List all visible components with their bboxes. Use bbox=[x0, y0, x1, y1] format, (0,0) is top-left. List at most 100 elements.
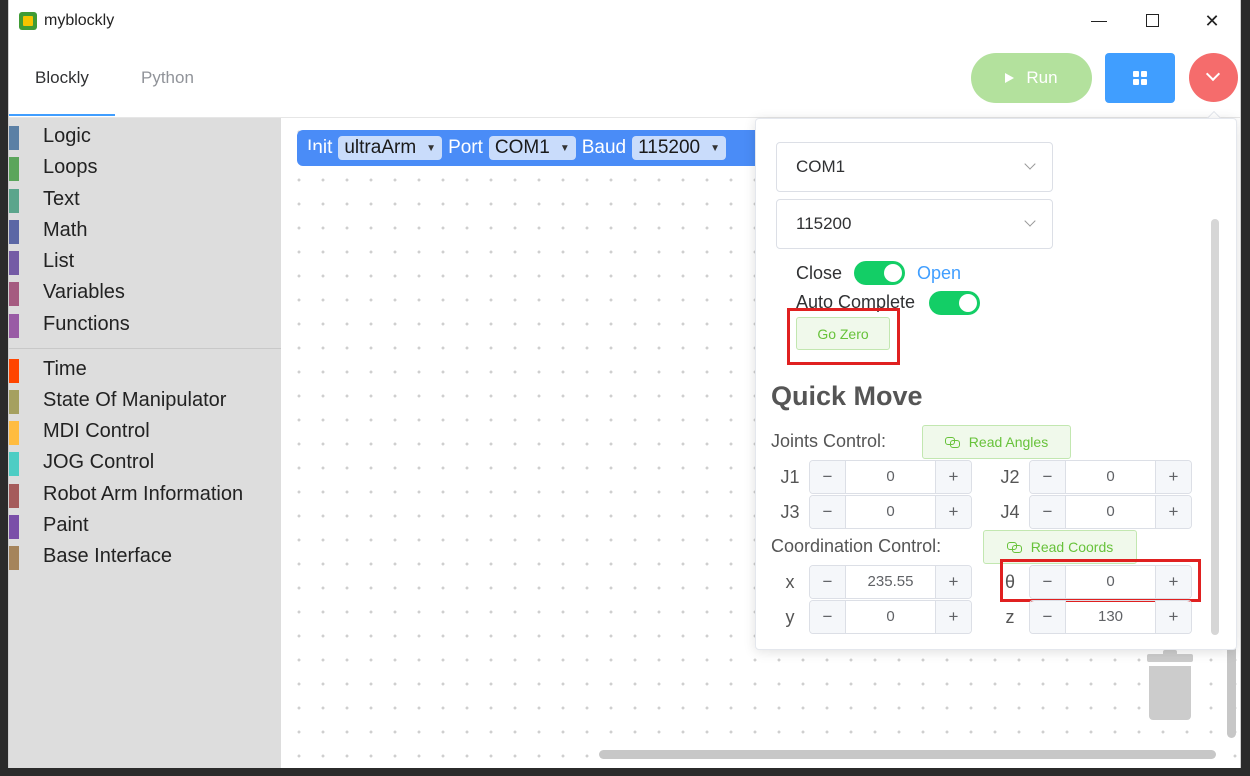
tab-header: Blockly Python Run bbox=[9, 42, 1240, 118]
baud-value: 115200 bbox=[638, 137, 701, 158]
coord-y-value[interactable]: 0 bbox=[846, 601, 935, 633]
port-value: COM1 bbox=[494, 137, 550, 158]
link-icon bbox=[944, 437, 960, 448]
horizontal-scrollbar[interactable] bbox=[599, 750, 1216, 759]
decrement-button[interactable]: − bbox=[810, 496, 846, 528]
increment-button[interactable]: + bbox=[935, 566, 971, 598]
baud-select-value: 115200 bbox=[796, 214, 852, 233]
play-icon bbox=[1005, 73, 1015, 83]
category-color-swatch bbox=[9, 282, 19, 306]
connection-switch[interactable] bbox=[854, 261, 905, 285]
toolbox-category-functions[interactable]: Functions bbox=[9, 312, 281, 338]
joint-j3-stepper[interactable]: − 0 + bbox=[809, 495, 972, 529]
increment-button[interactable]: + bbox=[935, 461, 971, 493]
decrement-button[interactable]: − bbox=[810, 601, 846, 633]
increment-button[interactable]: + bbox=[935, 496, 971, 528]
decrement-button[interactable]: − bbox=[1030, 601, 1066, 633]
read-angles-label: Read Angles bbox=[968, 434, 1049, 450]
toolbox-category-time[interactable]: Time bbox=[9, 357, 281, 383]
coord-y-stepper[interactable]: − 0 + bbox=[809, 600, 972, 634]
category-color-swatch bbox=[9, 359, 19, 383]
tab-python[interactable]: Python bbox=[141, 68, 194, 88]
panel-scrollbar[interactable] bbox=[1211, 219, 1219, 635]
joint-j4-value[interactable]: 0 bbox=[1066, 496, 1155, 528]
joint-j2-value[interactable]: 0 bbox=[1066, 461, 1155, 493]
toolbox-category-jog-control[interactable]: JOG Control bbox=[9, 450, 281, 476]
toolbox-category-list[interactable]: List bbox=[9, 249, 281, 275]
coord-z-value[interactable]: 130 bbox=[1066, 601, 1155, 633]
decrement-button[interactable]: − bbox=[1030, 496, 1066, 528]
category-color-swatch bbox=[9, 251, 19, 275]
joint-j1-value[interactable]: 0 bbox=[846, 461, 935, 493]
joint-j1-stepper[interactable]: − 0 + bbox=[809, 460, 972, 494]
category-label: List bbox=[43, 250, 75, 272]
decrement-button[interactable]: − bbox=[810, 461, 846, 493]
app-window: myblockly ✕ Blockly Python Run Logic Loo… bbox=[8, 0, 1241, 768]
active-tab-indicator bbox=[9, 114, 115, 116]
decrement-button[interactable]: − bbox=[810, 566, 846, 598]
toolbox-sidebar: Logic Loops Text Math List Variables Fun… bbox=[9, 118, 281, 768]
port-dropdown[interactable]: COM1 ▼ bbox=[488, 136, 576, 160]
joint-label-j4: J4 bbox=[1000, 502, 1020, 522]
toolbox-category-mdi-control[interactable]: MDI Control bbox=[9, 419, 281, 445]
title-bar: myblockly ✕ bbox=[9, 0, 1240, 42]
coord-x-value[interactable]: 235.55 bbox=[846, 566, 935, 598]
joint-j2-stepper[interactable]: − 0 + bbox=[1029, 460, 1192, 494]
category-label: State Of Manipulator bbox=[43, 389, 227, 411]
category-color-swatch bbox=[9, 314, 19, 338]
read-coords-label: Read Coords bbox=[1030, 539, 1114, 555]
read-angles-button[interactable]: Read Angles bbox=[922, 425, 1071, 459]
connection-menu-button[interactable] bbox=[1189, 53, 1238, 102]
minimize-button[interactable] bbox=[1076, 6, 1122, 36]
increment-button[interactable]: + bbox=[935, 601, 971, 633]
toolbox-category-text[interactable]: Text bbox=[9, 187, 281, 213]
init-block[interactable]: Init ultraArm ▼ Port COM1 ▼ Baud 115200 ▼ bbox=[297, 130, 767, 166]
category-color-swatch bbox=[9, 484, 19, 508]
category-label: Loops bbox=[43, 156, 98, 178]
increment-button[interactable]: + bbox=[1155, 461, 1191, 493]
window-title: myblockly bbox=[44, 12, 115, 29]
close-window-button[interactable]: ✕ bbox=[1189, 6, 1235, 36]
toolbox-category-state-of-manipulator[interactable]: State Of Manipulator bbox=[9, 388, 281, 414]
trash-icon[interactable] bbox=[1147, 650, 1193, 722]
coord-z-stepper[interactable]: − 130 + bbox=[1029, 600, 1192, 634]
run-label: Run bbox=[1026, 68, 1058, 87]
coord-label-x: x bbox=[785, 572, 795, 592]
device-dropdown[interactable]: ultraArm ▼ bbox=[338, 136, 443, 160]
increment-button[interactable]: + bbox=[1155, 601, 1191, 633]
toolbox-category-variables[interactable]: Variables bbox=[9, 280, 281, 306]
baud-select[interactable]: 115200 bbox=[776, 199, 1053, 249]
category-color-swatch bbox=[9, 515, 19, 539]
joint-j3-value[interactable]: 0 bbox=[846, 496, 935, 528]
chevron-down-icon bbox=[1024, 158, 1036, 170]
toolbox-category-logic[interactable]: Logic bbox=[9, 124, 281, 150]
run-button[interactable]: Run bbox=[971, 53, 1092, 103]
close-label: Close bbox=[796, 263, 843, 283]
maximize-button[interactable] bbox=[1130, 6, 1176, 36]
category-label: JOG Control bbox=[43, 451, 155, 473]
tab-blockly[interactable]: Blockly bbox=[35, 68, 89, 88]
toolbox-category-paint[interactable]: Paint bbox=[9, 513, 281, 539]
category-label: Time bbox=[43, 358, 87, 380]
dropdown-arrow-icon: ▼ bbox=[559, 142, 570, 154]
block-baud-label: Baud bbox=[581, 137, 627, 158]
joint-label-j3: J3 bbox=[780, 502, 800, 522]
toolbox-category-math[interactable]: Math bbox=[9, 218, 281, 244]
toolbox-category-loops[interactable]: Loops bbox=[9, 155, 281, 181]
baud-dropdown[interactable]: 115200 ▼ bbox=[632, 136, 727, 160]
increment-button[interactable]: + bbox=[1155, 496, 1191, 528]
category-label: Robot Arm Information bbox=[43, 483, 244, 505]
category-color-swatch bbox=[9, 421, 19, 445]
block-connector bbox=[299, 150, 317, 158]
coord-x-stepper[interactable]: − 235.55 + bbox=[809, 565, 972, 599]
port-select[interactable]: COM1 bbox=[776, 142, 1053, 192]
auto-complete-switch[interactable] bbox=[929, 291, 980, 315]
grid-button[interactable] bbox=[1105, 53, 1175, 103]
category-color-swatch bbox=[9, 220, 19, 244]
minimize-icon bbox=[1091, 21, 1107, 22]
toolbox-category-base-interface[interactable]: Base Interface bbox=[9, 544, 281, 570]
toolbox-category-robot-arm-information[interactable]: Robot Arm Information bbox=[9, 482, 281, 508]
joint-j4-stepper[interactable]: − 0 + bbox=[1029, 495, 1192, 529]
decrement-button[interactable]: − bbox=[1030, 461, 1066, 493]
category-label: Functions bbox=[43, 313, 130, 335]
